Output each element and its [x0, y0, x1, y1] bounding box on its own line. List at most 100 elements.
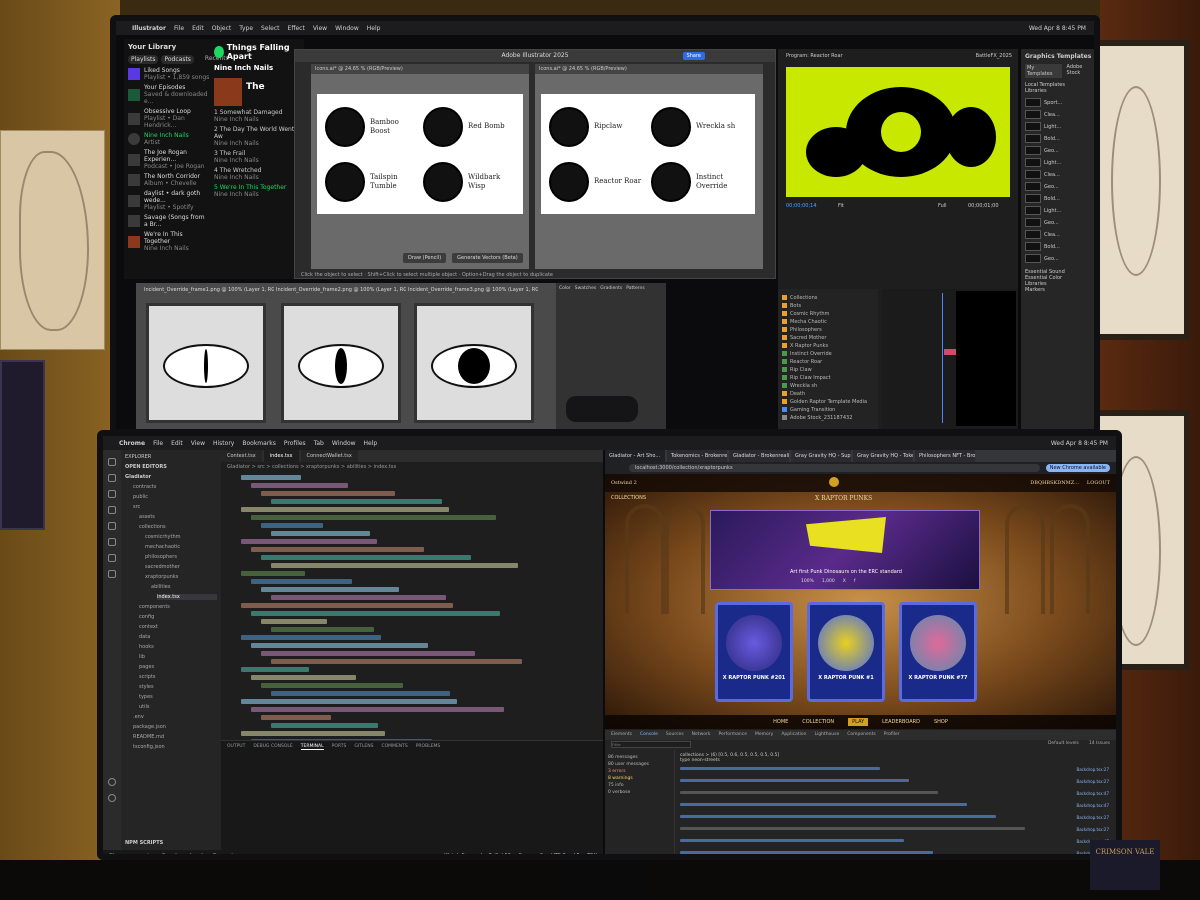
bin-item[interactable]: Wreckla sh: [782, 383, 874, 389]
wallet-address[interactable]: DBQHBSKDNMZ...: [1030, 480, 1079, 486]
bin-item[interactable]: Mecha Chaotic: [782, 319, 874, 325]
tree-item[interactable]: collections: [139, 524, 217, 530]
menubar-app[interactable]: Illustrator: [132, 25, 166, 32]
template-item[interactable]: Light...: [1025, 206, 1094, 215]
menu-file[interactable]: File: [153, 440, 163, 447]
panel-tab-swatches[interactable]: Swatches: [575, 286, 597, 291]
panel-tab-gitlens[interactable]: GITLENS: [354, 744, 373, 750]
bin-item[interactable]: Adobe Stock_231187432: [782, 415, 874, 421]
status-cursor[interactable]: Ln 7, Col 62: [481, 853, 511, 854]
status-eol[interactable]: LF: [574, 853, 580, 854]
update-chrome-button[interactable]: New Chrome available: [1045, 464, 1110, 472]
icon-card[interactable]: Red Bomb: [423, 102, 515, 151]
menu-object[interactable]: Object: [212, 25, 232, 32]
menu-file[interactable]: File: [174, 25, 184, 32]
bin-item[interactable]: Instinct Override: [782, 351, 874, 357]
gear-icon[interactable]: [108, 794, 116, 802]
filter-errors[interactable]: 3 errors: [608, 769, 671, 774]
filter-warnings[interactable]: 8 warnings: [608, 776, 671, 781]
browser-tab-active[interactable]: Gladiator - Art Sho...: [605, 450, 665, 462]
panel-markers[interactable]: Markers: [1025, 287, 1094, 293]
bin-item[interactable]: Gaming Transition: [782, 407, 874, 413]
browser-tab[interactable]: Gray Gravity HQ - Support Ti...: [791, 450, 851, 462]
icon-card[interactable]: Wreckla sh: [651, 102, 747, 151]
debug-icon[interactable]: [108, 506, 116, 514]
workspace-root[interactable]: Gladiator: [125, 474, 217, 480]
icon-card[interactable]: Reactor Roar: [549, 157, 645, 206]
docker-icon[interactable]: [108, 538, 116, 546]
template-item[interactable]: Geo...: [1025, 254, 1094, 263]
tree-item[interactable]: styles: [139, 684, 217, 690]
dt-tab[interactable]: Network: [692, 732, 711, 738]
tree-item[interactable]: components: [139, 604, 217, 610]
menu-window[interactable]: Window: [335, 25, 359, 32]
tree-item[interactable]: xraptorpunks: [145, 574, 217, 580]
icon-card[interactable]: Bamboo Boost: [325, 102, 417, 151]
bin-item[interactable]: Reactor Roar: [782, 359, 874, 365]
library-item[interactable]: Nine Inch Nails Artist: [128, 132, 210, 146]
nav-play[interactable]: PLAY: [848, 718, 869, 726]
filter-verbose[interactable]: 0 verbose: [608, 790, 671, 795]
template-item[interactable]: Geo...: [1025, 146, 1094, 155]
fit-dropdown[interactable]: Fit: [838, 203, 844, 209]
status-indent[interactable]: Spaces: 2: [519, 853, 543, 854]
open-editors-section[interactable]: OPEN EDITORS: [125, 464, 217, 470]
resolution-dropdown[interactable]: Full: [938, 203, 947, 209]
library-item[interactable]: Savage (Songs from a Br...: [128, 214, 210, 228]
panel-tab-output[interactable]: OUTPUT: [227, 744, 245, 750]
address-bar[interactable]: localhost:3000/collection/xraptorpunks: [629, 464, 1040, 472]
browser-tab[interactable]: Gladiator - Brokenreality...: [729, 450, 789, 462]
dt-tab[interactable]: Profiler: [884, 732, 900, 738]
tree-item[interactable]: abilities: [151, 584, 217, 590]
template-item[interactable]: Clea...: [1025, 170, 1094, 179]
filter-user-messages[interactable]: 80 user messages: [608, 762, 671, 767]
editor-tab-active[interactable]: index.tsx: [263, 450, 299, 462]
log-source-link[interactable]: Backdrop.tsx:27: [1076, 767, 1109, 772]
bin-item[interactable]: Sacred Mother: [782, 335, 874, 341]
status-branch[interactable]: main: [140, 853, 153, 854]
bin-item[interactable]: Rip Claw: [782, 367, 874, 373]
icon-card[interactable]: Ripclaw: [549, 102, 645, 151]
console-filter-input[interactable]: [611, 741, 691, 748]
library-item[interactable]: Your Episodes Saved & downloaded e...: [128, 84, 210, 105]
library-item[interactable]: The North Corridor Album • Chevelle: [128, 173, 210, 187]
template-item[interactable]: Bold...: [1025, 242, 1094, 251]
tab-adobe-stock[interactable]: Adobe Stock: [1066, 64, 1094, 78]
status-remote[interactable]: Chronos: [109, 853, 130, 854]
breadcrumb[interactable]: Gladiator > src > collections > xraptorp…: [221, 462, 603, 472]
tree-item[interactable]: data: [139, 634, 217, 640]
timecode-current[interactable]: 00;00;00;14: [786, 203, 817, 209]
section-libraries[interactable]: Libraries: [1025, 88, 1094, 94]
log-source-link[interactable]: Backdrop.tsx:47: [1076, 803, 1109, 808]
now-playing-bar[interactable]: We're In This Together Nine Inch Nails: [128, 231, 210, 252]
play-icon[interactable]: [214, 46, 224, 58]
tree-item[interactable]: philosophers: [145, 554, 217, 560]
browser-tab[interactable]: Philosophers NFT - Brokens...: [915, 450, 975, 462]
issues-count[interactable]: 14 Issues: [1089, 741, 1110, 749]
menubar-app[interactable]: Chrome: [119, 440, 145, 447]
logout-button[interactable]: LOGOUT: [1087, 480, 1110, 486]
library-item[interactable]: The Joe Rogan Experien... Podcast • Joe R…: [128, 149, 210, 170]
template-item[interactable]: Light...: [1025, 158, 1094, 167]
template-item[interactable]: Bold...: [1025, 134, 1094, 143]
database-icon[interactable]: [108, 554, 116, 562]
menu-edit[interactable]: Edit: [192, 25, 204, 32]
bin-item[interactable]: Rip Claw Impact: [782, 375, 874, 381]
library-item[interactable]: daylist • dark goth wede... Playlist • Sp…: [128, 190, 210, 211]
template-item[interactable]: Clea...: [1025, 110, 1094, 119]
dt-tab[interactable]: Elements: [611, 732, 632, 738]
log-source-link[interactable]: Backdrop.tsx:27: [1076, 815, 1109, 820]
account-icon[interactable]: [108, 778, 116, 786]
status-launchpad[interactable]: Launchpad: [175, 853, 203, 854]
tree-item[interactable]: .env: [133, 714, 217, 720]
panel-tab-color[interactable]: Color: [559, 286, 571, 291]
tree-item[interactable]: context: [139, 624, 217, 630]
browser-tab[interactable]: Gray Gravity HQ - Tokens Ro...: [853, 450, 913, 462]
log-source-link[interactable]: Backdrop.tsx:27: [1076, 779, 1109, 784]
code-editor[interactable]: Context.tsx index.tsx ConnectWallet.tsx …: [221, 450, 603, 808]
bin-item[interactable]: Golden Raptor Template Media: [782, 399, 874, 405]
generate-vectors-button[interactable]: Generate Vectors (Beta): [452, 253, 523, 263]
nav-shop[interactable]: SHOP: [934, 719, 948, 725]
draw-pencil-button[interactable]: Draw (Pencil): [403, 253, 447, 263]
doc-tab[interactable]: Icons.ai* @ 24.65 % (RGB/Preview): [535, 64, 763, 74]
